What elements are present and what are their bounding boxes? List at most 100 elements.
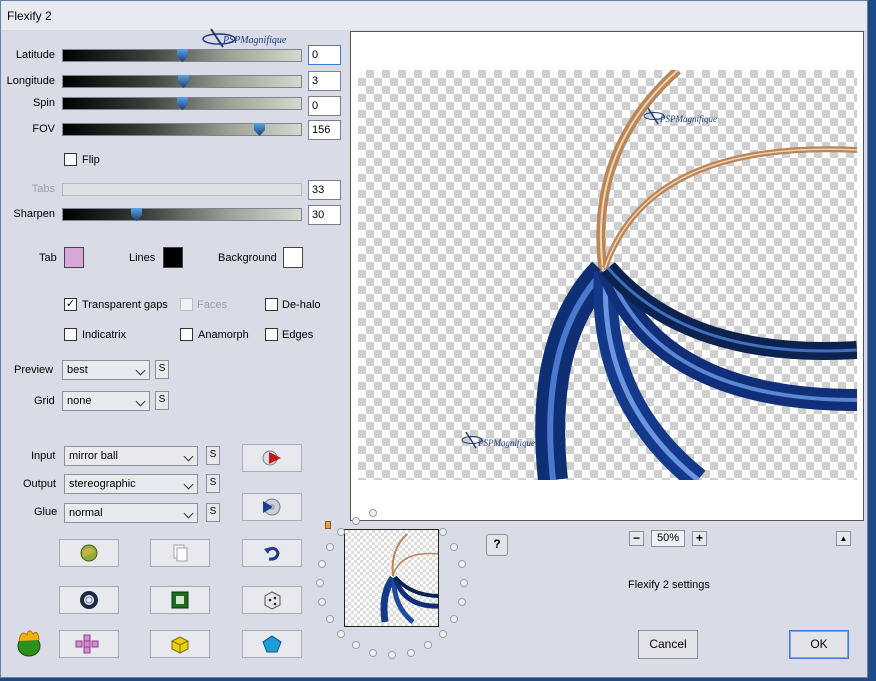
tabs-slider[interactable]	[62, 183, 302, 196]
input-select-value: mirror ball	[69, 450, 118, 462]
output-select-value: stereographic	[69, 478, 136, 490]
spin-slider[interactable]	[62, 97, 302, 110]
rotation-dial-dot[interactable]	[439, 630, 447, 638]
rotation-dial-dot[interactable]	[337, 528, 345, 536]
grid-select-value: none	[67, 395, 92, 407]
glue-label: Glue	[34, 506, 58, 518]
input-s-button[interactable]: S	[206, 446, 220, 465]
collapse-up-button[interactable]: ▲	[836, 531, 851, 546]
anamorph-label: Anamorph	[198, 329, 249, 341]
fov-slider[interactable]	[62, 123, 302, 136]
de-halo-checkbox[interactable]	[265, 298, 278, 311]
grid-select[interactable]: none	[62, 391, 150, 411]
sharpen-slider[interactable]	[62, 208, 302, 221]
rotation-dial-dot[interactable]	[318, 560, 326, 568]
rotation-dial-dot[interactable]	[388, 651, 396, 659]
spin-slider-thumb[interactable]	[177, 97, 188, 110]
preview-select-value: best	[67, 364, 88, 376]
preview-canvas[interactable]: PSPMagnifique PSPMagnifique	[358, 70, 857, 480]
longitude-slider-thumb[interactable]	[178, 75, 189, 88]
rotation-dial-dot[interactable]	[424, 641, 432, 649]
sharpen-label: Sharpen	[13, 208, 55, 220]
flip-checkbox[interactable]	[64, 153, 77, 166]
longitude-field[interactable]: 3	[308, 71, 341, 91]
input-label: Input	[31, 450, 56, 462]
chevron-down-icon	[183, 508, 194, 519]
preview-s-button[interactable]: S	[155, 360, 169, 379]
rotation-dial-dot[interactable]	[450, 543, 458, 551]
spin-field[interactable]: 0	[308, 96, 341, 116]
ok-button[interactable]: OK	[789, 630, 849, 659]
spin-label: Spin	[32, 97, 55, 109]
cube-map-button[interactable]	[59, 630, 119, 658]
rotation-dial-dot[interactable]	[460, 579, 468, 587]
box-button[interactable]	[150, 630, 210, 658]
rotation-dial-dot[interactable]	[458, 598, 466, 606]
frame-icon	[171, 591, 189, 609]
frame-button[interactable]	[150, 586, 210, 614]
edges-label: Edges	[282, 329, 314, 341]
edges-checkbox[interactable]	[265, 328, 278, 341]
rotation-dial-dot[interactable]	[352, 641, 360, 649]
sharpen-field[interactable]: 30	[308, 205, 341, 225]
transparent-gaps-checkbox[interactable]: ✓	[64, 298, 77, 311]
output-s-button[interactable]: S	[206, 474, 220, 493]
rotation-dial-dot[interactable]	[352, 517, 360, 525]
background-color-swatch[interactable]	[283, 247, 303, 268]
rotation-dial-dot[interactable]	[458, 560, 466, 568]
fov-field[interactable]: 156	[308, 120, 341, 140]
copy-icon	[173, 544, 188, 562]
latitude-slider-thumb[interactable]	[177, 49, 188, 62]
rotation-dial-dot[interactable]	[369, 649, 377, 657]
rotation-dial-dot[interactable]	[450, 615, 458, 623]
cancel-button[interactable]: Cancel	[638, 630, 698, 659]
lines-color-swatch[interactable]	[163, 247, 183, 268]
navigator-thumbnail[interactable]	[344, 529, 439, 627]
rotation-dial-dot[interactable]	[369, 509, 377, 517]
indicatrix-checkbox[interactable]	[64, 328, 77, 341]
output-select[interactable]: stereographic	[64, 474, 198, 494]
zoom-out-button[interactable]: −	[629, 531, 644, 546]
disc-play-icon	[263, 498, 281, 516]
animate-button[interactable]	[242, 444, 302, 472]
anamorph-checkbox[interactable]	[180, 328, 193, 341]
rotation-dial-dot[interactable]	[337, 630, 345, 638]
watermark-logo: PSPMagnifique	[202, 28, 287, 48]
latitude-slider[interactable]	[62, 49, 302, 62]
sphere-map-button[interactable]	[59, 586, 119, 614]
rotation-dial-dot[interactable]	[407, 649, 415, 657]
rotation-dial-dot[interactable]	[439, 528, 447, 536]
grid-s-button[interactable]: S	[155, 391, 169, 410]
rotation-dial-dot[interactable]	[316, 579, 324, 587]
copy-button[interactable]	[150, 539, 210, 567]
glue-select[interactable]: normal	[64, 503, 198, 523]
navigator-handle[interactable]	[325, 521, 331, 529]
glue-s-button[interactable]: S	[206, 503, 220, 522]
fov-slider-thumb[interactable]	[254, 123, 265, 136]
flip-label: Flip	[82, 154, 100, 166]
fov-label: FOV	[32, 123, 55, 135]
pentagon-icon	[262, 635, 282, 653]
flaming-pear-logo-icon[interactable]	[13, 627, 45, 659]
rotation-dial-dot[interactable]	[326, 543, 334, 551]
sharpen-slider-thumb[interactable]	[131, 208, 142, 221]
flexify-dialog: Flexify 2 PSPMagnifique Latitude 0 Longi…	[0, 0, 868, 678]
preview-pane[interactable]: PSPMagnifique PSPMagnifique	[350, 31, 864, 521]
latitude-field[interactable]: 0	[308, 45, 341, 65]
polyhedron-button[interactable]	[242, 630, 302, 658]
random-dice-button[interactable]	[242, 586, 302, 614]
tabs-field[interactable]: 33	[308, 180, 341, 200]
help-button[interactable]: ?	[486, 534, 508, 556]
render-button[interactable]	[242, 493, 302, 521]
input-select[interactable]: mirror ball	[64, 446, 198, 466]
preview-select[interactable]: best	[62, 360, 150, 380]
glue-select-value: normal	[69, 507, 103, 519]
tab-color-swatch[interactable]	[64, 247, 84, 268]
zoom-in-button[interactable]: +	[692, 531, 707, 546]
rotation-dial-dot[interactable]	[318, 598, 326, 606]
randomize-image-button[interactable]	[59, 539, 119, 567]
rotation-dial-dot[interactable]	[326, 615, 334, 623]
faces-checkbox[interactable]	[180, 298, 193, 311]
undo-button[interactable]	[242, 539, 302, 567]
longitude-slider[interactable]	[62, 75, 302, 88]
